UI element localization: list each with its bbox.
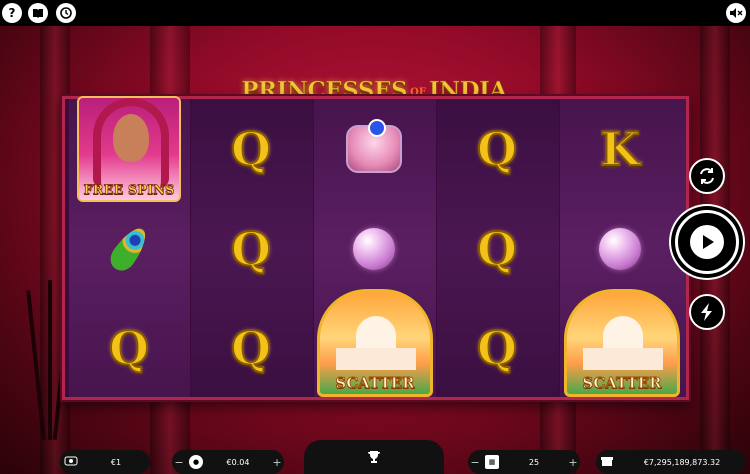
lines-control: − ▦ 25 + bbox=[468, 450, 580, 474]
balance-display: €1 bbox=[60, 450, 150, 474]
taj-mahal-scatter-symbol: SCATTER bbox=[564, 289, 680, 397]
reel-3: SCATTER bbox=[314, 99, 436, 397]
reel-cell bbox=[69, 199, 189, 298]
peacock-feather-symbol bbox=[105, 221, 153, 276]
balance-value: €1 bbox=[110, 457, 122, 467]
bet-increase-button[interactable]: + bbox=[270, 456, 284, 469]
paytable-button[interactable] bbox=[28, 3, 48, 23]
refresh-cycle-icon bbox=[700, 168, 714, 184]
pink-pearl-symbol bbox=[599, 227, 641, 270]
question-icon: ? bbox=[8, 6, 16, 20]
game-stage: ? PRINCESSES OF INDIA FREE SPINS Q Q Q Q… bbox=[0, 0, 750, 474]
reel-frame: FREE SPINS Q Q Q Q SCATTER Q Q Q K SCATT… bbox=[62, 95, 689, 400]
reel-cell: Q bbox=[69, 298, 189, 397]
reel-cell: K bbox=[560, 99, 680, 198]
jewel-box-symbol bbox=[346, 118, 402, 173]
bet-control: − ● €0.04 + bbox=[172, 450, 284, 474]
letter-q-symbol: Q bbox=[476, 320, 518, 376]
lines-decrease-button[interactable]: − bbox=[468, 456, 482, 469]
lines-value: 25 bbox=[528, 457, 540, 467]
bet-value: €0.04 bbox=[226, 457, 250, 467]
help-button[interactable]: ? bbox=[2, 3, 22, 23]
chip-icon: ● bbox=[189, 455, 203, 469]
letter-q-symbol: Q bbox=[230, 221, 272, 277]
reel-cell bbox=[314, 99, 434, 198]
reel-cell bbox=[314, 199, 434, 298]
trophy-button[interactable] bbox=[304, 440, 444, 474]
autoplay-button[interactable] bbox=[689, 158, 725, 194]
taj-base bbox=[336, 348, 416, 370]
jackpot-display: €7,295,189,873.32 bbox=[596, 450, 746, 474]
reel-cell: Q bbox=[437, 199, 557, 298]
jackpot-value: €7,295,189,873.32 bbox=[643, 457, 721, 467]
trophy-icon bbox=[368, 451, 380, 463]
reel-cell: Q bbox=[191, 199, 311, 298]
reel-cell: Q bbox=[191, 298, 311, 397]
reel-cell: Q bbox=[191, 99, 311, 198]
reel-cell: Q bbox=[437, 99, 557, 198]
reel-1: FREE SPINS Q bbox=[69, 95, 190, 397]
free-spins-label: FREE SPINS bbox=[83, 182, 175, 198]
speaker-muted-icon bbox=[730, 8, 743, 18]
spin-button[interactable] bbox=[675, 210, 739, 274]
lines-increase-button[interactable]: + bbox=[566, 456, 580, 469]
reel-4: Q Q Q bbox=[437, 99, 559, 397]
letter-q-symbol: Q bbox=[476, 121, 518, 177]
reel-5: K SCATTER bbox=[560, 99, 686, 397]
history-button[interactable] bbox=[56, 3, 76, 23]
letter-q-symbol: Q bbox=[230, 320, 272, 376]
turbo-button[interactable] bbox=[689, 294, 725, 330]
gift-icon bbox=[596, 455, 618, 469]
top-bar: ? bbox=[0, 0, 750, 26]
history-clock-icon bbox=[60, 7, 72, 19]
letter-q-symbol: Q bbox=[230, 121, 272, 177]
taj-base bbox=[583, 348, 663, 370]
bet-decrease-button[interactable]: − bbox=[172, 456, 186, 469]
scatter-label: SCATTER bbox=[582, 374, 662, 393]
bottom-bar: €1 − ● €0.04 + − ▦ 25 + €7,295,189,873.3… bbox=[0, 440, 750, 474]
play-icon bbox=[690, 225, 724, 259]
reel-2: Q Q Q bbox=[191, 99, 313, 397]
taj-mahal-scatter-symbol: SCATTER bbox=[317, 289, 433, 397]
money-icon bbox=[60, 456, 82, 468]
sound-button[interactable] bbox=[726, 3, 746, 23]
princess-face bbox=[113, 113, 149, 162]
reel-cell: Q bbox=[437, 298, 557, 397]
book-icon bbox=[33, 9, 43, 18]
lines-icon: ▦ bbox=[485, 455, 499, 469]
letter-k-symbol: K bbox=[599, 121, 641, 177]
scatter-label: SCATTER bbox=[335, 374, 415, 393]
lightning-icon bbox=[701, 303, 712, 321]
pink-pearl-symbol bbox=[353, 227, 395, 270]
reel-cell: FREE SPINS bbox=[69, 95, 189, 202]
letter-q-symbol: Q bbox=[476, 221, 518, 277]
letter-q-symbol: Q bbox=[108, 320, 150, 376]
princess-free-spins-symbol: FREE SPINS bbox=[77, 95, 181, 202]
reel-cell bbox=[560, 199, 680, 298]
